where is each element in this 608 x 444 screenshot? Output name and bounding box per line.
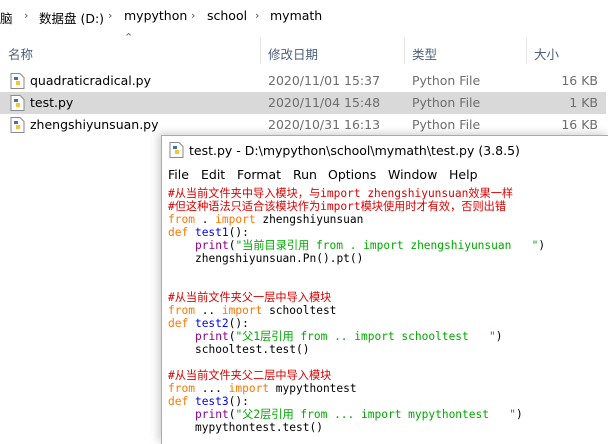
column-header-size[interactable]: 大小 — [534, 44, 559, 63]
code-line: print("当前目录引用 from . import zhengshiyuns… — [195, 239, 545, 252]
code-text: (): — [228, 317, 249, 330]
python-file-icon — [10, 73, 25, 89]
file-date: 2020/11/01 15:37 — [268, 73, 381, 88]
keyword: def — [168, 317, 189, 330]
breadcrumb: 脑 › 数据盘 (D:) › mypython › school › mymat… — [0, 0, 608, 32]
sort-ascending-icon: ⌃ — [124, 31, 134, 44]
code-text: (): — [228, 226, 249, 239]
code-text: .. — [194, 304, 222, 317]
keyword: import — [221, 304, 263, 317]
code-text: ... — [194, 382, 229, 395]
file-name: test.py — [30, 95, 74, 110]
code-text: ) — [515, 408, 523, 421]
code-text: schooltest — [262, 304, 337, 317]
file-size: 1 KB — [569, 95, 598, 110]
code-text: zhengshiyunsuan — [255, 213, 364, 226]
code-line: def test3(): — [168, 395, 249, 408]
file-row-quadraticradical[interactable]: quadraticradical.py 2020/11/01 15:37 Pyt… — [0, 70, 606, 92]
chevron-right-icon[interactable]: › — [191, 9, 195, 22]
code-line: schooltest.test() — [195, 343, 310, 356]
keyword: import — [215, 213, 256, 226]
string-literal: "父2层引用 from ... import mypythontest " — [235, 408, 516, 421]
code-line: mypythontest.test() — [195, 421, 323, 434]
menu-edit[interactable]: Edit — [201, 167, 225, 182]
menu-options[interactable]: Options — [328, 167, 376, 182]
string-literal: "当前目录引用 from . import zhengshiyunsuan " — [235, 239, 539, 252]
window-titlebar[interactable]: test.py - D:\mypython\school\mymath\test… — [162, 136, 608, 164]
menu-help[interactable]: Help — [449, 167, 478, 182]
file-name: quadraticradical.py — [30, 73, 152, 88]
builtin: print — [195, 330, 229, 343]
idle-editor-window: test.py - D:\mypython\school\mymath\test… — [161, 135, 608, 444]
code-line: print("父1层引用 from .. import schooltest "… — [195, 330, 502, 343]
menu-run[interactable]: Run — [293, 167, 317, 182]
code-line: from .. import schooltest — [168, 304, 336, 317]
breadcrumb-item-mypython[interactable]: mypython — [124, 8, 187, 23]
code-line: print("父2层引用 from ... import mypythontes… — [195, 408, 523, 421]
builtin: print — [195, 408, 229, 421]
code-text: ) — [495, 330, 503, 343]
menu-format[interactable]: Format — [237, 167, 281, 182]
file-row-test[interactable]: test.py 2020/11/04 15:48 Python File 1 K… — [0, 92, 606, 114]
file-type: Python File — [412, 73, 481, 88]
breadcrumb-item-computer[interactable]: 脑 — [0, 8, 13, 27]
code-line: from ... import mypythontest — [168, 382, 357, 395]
breadcrumb-item-school[interactable]: school — [207, 8, 247, 23]
file-size: 16 KB — [561, 117, 598, 132]
column-header-type[interactable]: 类型 — [412, 44, 437, 63]
file-row-zhengshiyunsuan[interactable]: zhengshiyunsuan.py 2020/10/31 16:13 Pyth… — [0, 114, 606, 136]
keyword: def — [168, 395, 189, 408]
code-text: (): — [228, 395, 249, 408]
file-date: 2020/11/04 15:48 — [268, 95, 381, 110]
column-divider[interactable] — [260, 38, 261, 64]
function-name: test3 — [188, 395, 229, 408]
menu-file[interactable]: File — [168, 167, 189, 182]
function-name: test1 — [188, 226, 229, 239]
function-name: test2 — [188, 317, 229, 330]
file-type: Python File — [412, 117, 481, 132]
keyword: from — [168, 382, 195, 395]
code-text: mypythontest — [269, 382, 357, 395]
menu-bar: File Edit Format Run Options Window Help — [162, 164, 608, 186]
code-line: def test1(): — [168, 226, 249, 239]
code-line: from . import zhengshiyunsuan — [168, 213, 363, 226]
python-file-icon — [10, 95, 25, 111]
breadcrumb-item-drive[interactable]: 数据盘 (D:) — [39, 8, 104, 27]
column-headers: ⌃ 名称 修改日期 类型 大小 — [0, 31, 608, 68]
chevron-right-icon[interactable]: › — [255, 9, 259, 22]
python-idle-icon — [169, 142, 184, 158]
builtin: print — [195, 239, 229, 252]
file-type: Python File — [412, 95, 481, 110]
file-name: zhengshiyunsuan.py — [30, 117, 159, 132]
keyword: import — [228, 382, 270, 395]
column-divider[interactable] — [404, 38, 405, 64]
chevron-right-icon[interactable]: › — [24, 9, 28, 22]
keyword: from — [168, 304, 195, 317]
code-comment: #从当前文件夹中导入模块，与import zhengshiyunsuan效果一样 — [168, 187, 514, 200]
column-header-name[interactable]: 名称 — [8, 44, 33, 63]
code-comment: #但这种语法只适合该模块作为import模块使用时才有效，否则出错 — [168, 200, 507, 213]
window-title: test.py - D:\mypython\school\mymath\test… — [189, 143, 520, 158]
code-comment: #从当前文件夹父一层中导入模块 — [168, 291, 332, 304]
keyword: from — [168, 213, 195, 226]
chevron-right-icon[interactable]: › — [108, 9, 112, 22]
file-date: 2020/10/31 16:13 — [268, 117, 381, 132]
code-comment: #从当前文件夹父二层中导入模块 — [168, 369, 332, 382]
column-header-date[interactable]: 修改日期 — [268, 44, 318, 63]
column-divider[interactable] — [526, 38, 527, 64]
python-file-icon — [10, 117, 25, 133]
string-literal: "父1层引用 from .. import schooltest " — [235, 330, 496, 343]
file-size: 16 KB — [561, 73, 598, 88]
code-text: ) — [538, 239, 546, 252]
code-text: . — [194, 213, 216, 226]
menu-window[interactable]: Window — [388, 167, 437, 182]
breadcrumb-item-mymath[interactable]: mymath — [270, 8, 322, 23]
code-line: zhengshiyunsuan.Pn().pt() — [195, 252, 364, 265]
keyword: def — [168, 226, 189, 239]
code-line: def test2(): — [168, 317, 249, 330]
code-editor[interactable]: #从当前文件夹中导入模块，与import zhengshiyunsuan效果一样… — [162, 186, 608, 444]
